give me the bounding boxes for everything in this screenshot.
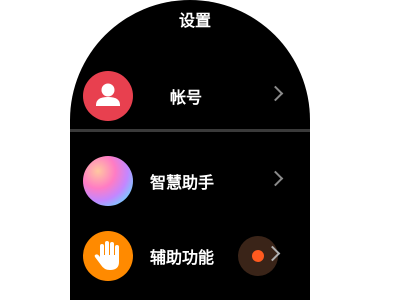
settings-item-label: 辅助功能 — [150, 248, 215, 267]
settings-screen: 设置 帐号 智慧助手 辅助功能 — [70, 0, 310, 300]
floating-ball-dot-icon — [252, 250, 264, 262]
settings-item-account[interactable]: 帐号 — [70, 68, 310, 124]
assistant-orb-icon — [83, 156, 133, 206]
user-icon — [83, 71, 133, 121]
divider — [70, 129, 310, 132]
settings-item-label: 帐号 — [170, 88, 203, 107]
settings-item-accessibility[interactable]: 辅助功能 — [70, 228, 310, 284]
settings-item-label: 智慧助手 — [150, 173, 215, 192]
chevron-right-icon — [267, 85, 284, 102]
chevron-right-icon — [267, 170, 284, 187]
settings-item-smart-assistant[interactable]: 智慧助手 — [70, 153, 310, 209]
hand-icon — [83, 231, 133, 281]
page-title: 设置 — [178, 11, 211, 30]
